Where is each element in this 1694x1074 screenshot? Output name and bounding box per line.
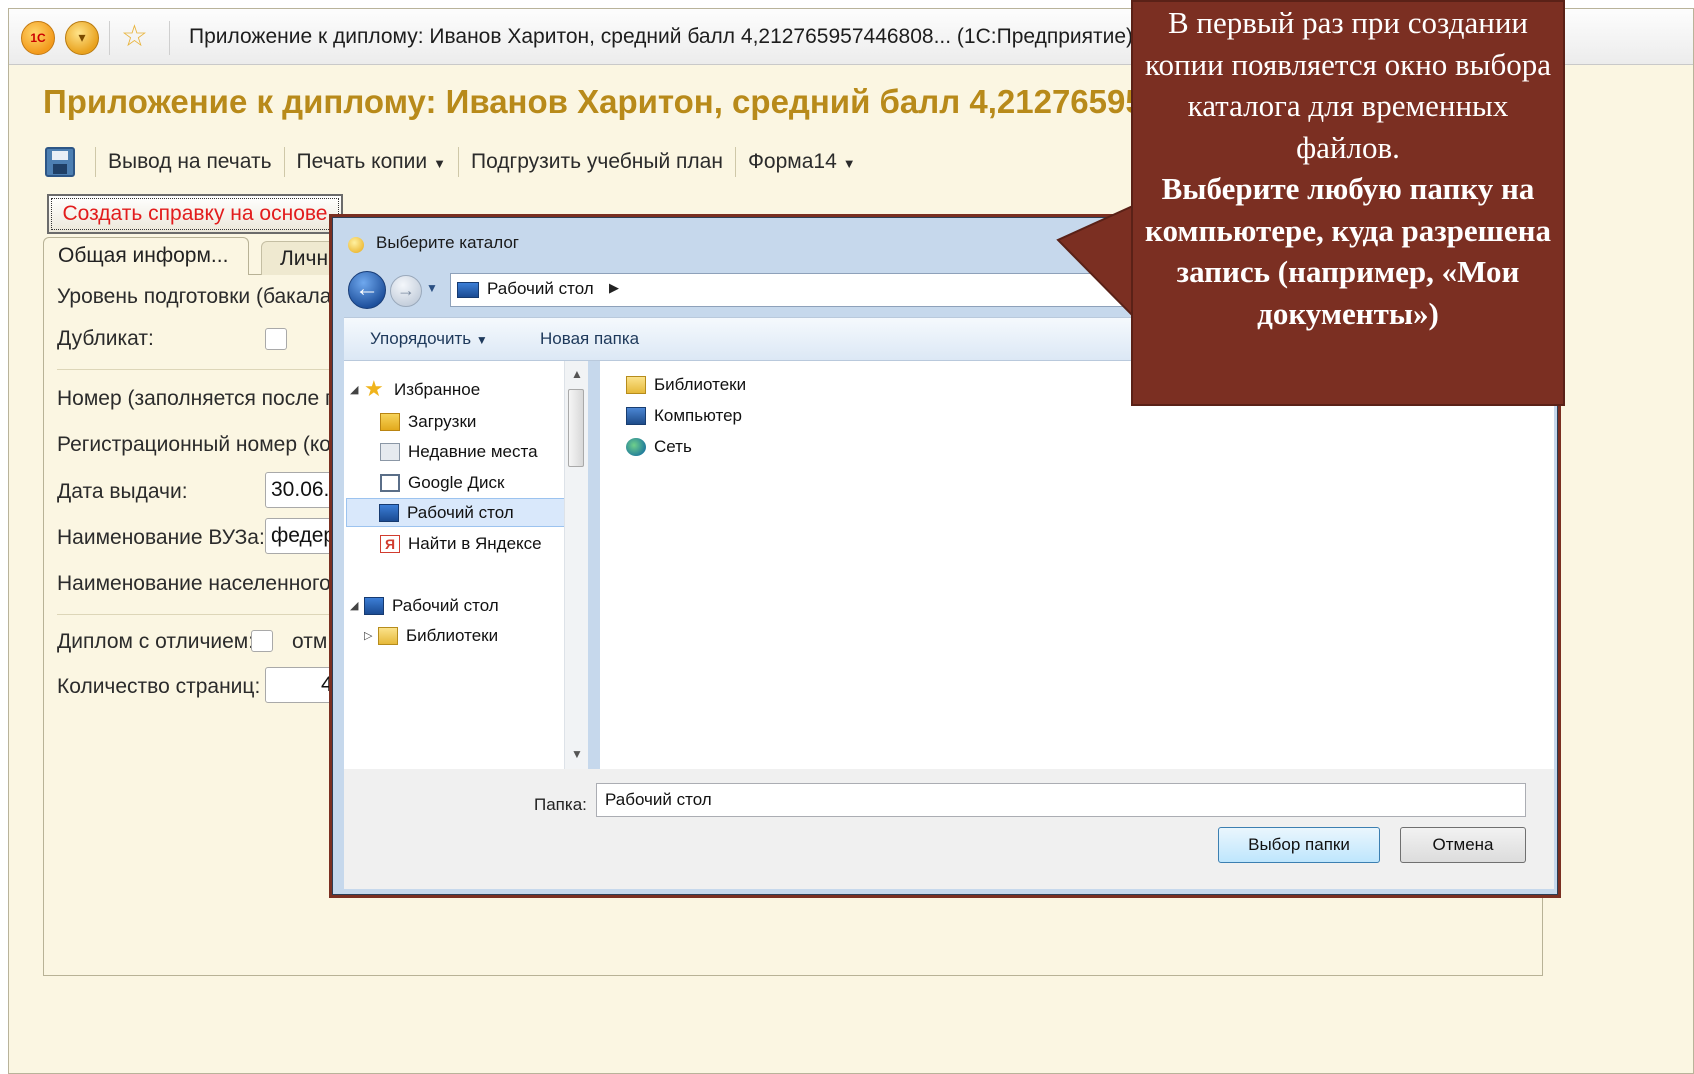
screen: 1C ▾ ☆ Приложение к диплому: Иванов Хари… <box>0 0 1694 1074</box>
instruction-callout: В первый раз при создании копии появляет… <box>1131 0 1565 406</box>
callout-bold-text: Выберите любую папку на компьютере, куда… <box>1145 171 1551 331</box>
callout-text: В первый раз при создании копии появляет… <box>1144 5 1552 165</box>
